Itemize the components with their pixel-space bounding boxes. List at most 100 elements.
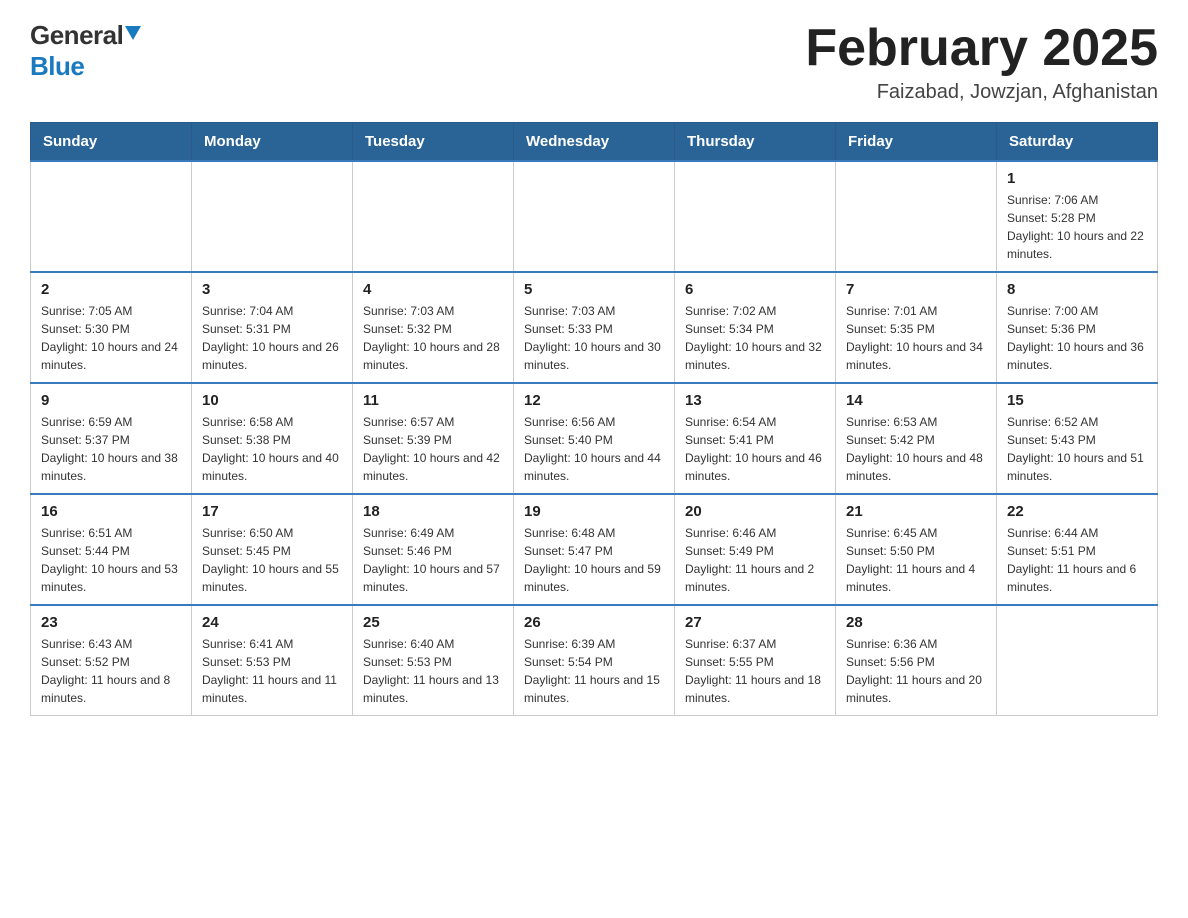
calendar-cell: 25 Sunrise: 6:40 AMSunset: 5:53 PMDayligh… <box>353 605 514 716</box>
day-info: Sunrise: 6:53 AMSunset: 5:42 PMDaylight:… <box>846 413 986 485</box>
calendar-cell: 23Sunrise: 6:43 AMSunset: 5:52 PMDayligh… <box>31 605 192 716</box>
calendar-week-1: 1 Sunrise: 7:06 AMSunset: 5:28 PMDaylight… <box>31 161 1158 272</box>
day-info: Sunrise: 6:46 AMSunset: 5:49 PMDaylight:… <box>685 524 825 596</box>
day-header-monday: Monday <box>192 123 353 162</box>
calendar-subtitle: Faizabad, Jowzjan, Afghanistan <box>805 81 1158 104</box>
calendar-cell <box>997 605 1158 716</box>
day-info: Sunrise: 6:40 AMSunset: 5:53 PMDaylight:… <box>363 635 503 707</box>
day-number: 8 <box>1007 281 1147 298</box>
calendar-cell: 5 Sunrise: 7:03 AMSunset: 5:33 PMDaylight… <box>514 272 675 383</box>
logo: General Blue <box>30 20 141 82</box>
day-number: 22 <box>1007 503 1147 520</box>
day-header-sunday: Sunday <box>31 123 192 162</box>
calendar-table: SundayMondayTuesdayWednesdayThursdayFrid… <box>30 122 1158 716</box>
day-number: 17 <box>202 503 342 520</box>
day-info: Sunrise: 6:49 AMSunset: 5:46 PMDaylight:… <box>363 524 503 596</box>
day-headers-row: SundayMondayTuesdayWednesdayThursdayFrid… <box>31 123 1158 162</box>
day-info: Sunrise: 6:41 AMSunset: 5:53 PMDaylight:… <box>202 635 342 707</box>
day-number: 14 <box>846 392 986 409</box>
calendar-cell: 19 Sunrise: 6:48 AMSunset: 5:47 PMDayligh… <box>514 494 675 605</box>
day-info: Sunrise: 6:58 AMSunset: 5:38 PMDaylight:… <box>202 413 342 485</box>
day-info: Sunrise: 7:03 AMSunset: 5:33 PMDaylight:… <box>524 302 664 374</box>
day-number: 12 <box>524 392 664 409</box>
day-number: 5 <box>524 281 664 298</box>
day-number: 28 <box>846 614 986 631</box>
day-info: Sunrise: 6:50 AMSunset: 5:45 PMDaylight:… <box>202 524 342 596</box>
day-number: 20 <box>685 503 825 520</box>
day-info: Sunrise: 7:04 AMSunset: 5:31 PMDaylight:… <box>202 302 342 374</box>
day-number: 19 <box>524 503 664 520</box>
calendar-cell <box>353 161 514 272</box>
calendar-title: February 2025 <box>805 20 1158 77</box>
calendar-cell: 27Sunrise: 6:37 AMSunset: 5:55 PMDayligh… <box>675 605 836 716</box>
day-number: 3 <box>202 281 342 298</box>
calendar-cell <box>675 161 836 272</box>
day-number: 9 <box>41 392 181 409</box>
calendar-cell: 13 Sunrise: 6:54 AMSunset: 5:41 PMDayligh… <box>675 383 836 494</box>
title-block: February 2025 Faizabad, Jowzjan, Afghani… <box>805 20 1158 104</box>
day-number: 7 <box>846 281 986 298</box>
day-info: Sunrise: 6:44 AMSunset: 5:51 PMDaylight:… <box>1007 524 1147 596</box>
day-info: Sunrise: 6:39 AMSunset: 5:54 PMDaylight:… <box>524 635 664 707</box>
day-number: 11 <box>363 392 503 409</box>
calendar-cell: 17 Sunrise: 6:50 AMSunset: 5:45 PMDayligh… <box>192 494 353 605</box>
day-number: 13 <box>685 392 825 409</box>
day-info: Sunrise: 7:01 AMSunset: 5:35 PMDaylight:… <box>846 302 986 374</box>
day-info: Sunrise: 7:06 AMSunset: 5:28 PMDaylight:… <box>1007 191 1147 263</box>
calendar-cell: 8 Sunrise: 7:00 AMSunset: 5:36 PMDaylight… <box>997 272 1158 383</box>
day-info: Sunrise: 6:52 AMSunset: 5:43 PMDaylight:… <box>1007 413 1147 485</box>
calendar-week-2: 2 Sunrise: 7:05 AMSunset: 5:30 PMDaylight… <box>31 272 1158 383</box>
day-header-tuesday: Tuesday <box>353 123 514 162</box>
day-number: 6 <box>685 281 825 298</box>
day-header-friday: Friday <box>836 123 997 162</box>
logo-blue: Blue <box>30 51 84 82</box>
day-info: Sunrise: 7:03 AMSunset: 5:32 PMDaylight:… <box>363 302 503 374</box>
day-number: 26 <box>524 614 664 631</box>
calendar-cell: 6Sunrise: 7:02 AMSunset: 5:34 PMDaylight… <box>675 272 836 383</box>
calendar-cell: 21Sunrise: 6:45 AMSunset: 5:50 PMDayligh… <box>836 494 997 605</box>
day-info: Sunrise: 6:56 AMSunset: 5:40 PMDaylight:… <box>524 413 664 485</box>
day-number: 2 <box>41 281 181 298</box>
day-info: Sunrise: 6:45 AMSunset: 5:50 PMDaylight:… <box>846 524 986 596</box>
calendar-cell: 3 Sunrise: 7:04 AMSunset: 5:31 PMDaylight… <box>192 272 353 383</box>
day-number: 4 <box>363 281 503 298</box>
day-number: 15 <box>1007 392 1147 409</box>
day-number: 25 <box>363 614 503 631</box>
day-header-thursday: Thursday <box>675 123 836 162</box>
calendar-cell: 14 Sunrise: 6:53 AMSunset: 5:42 PMDayligh… <box>836 383 997 494</box>
day-number: 23 <box>41 614 181 631</box>
calendar-cell: 11 Sunrise: 6:57 AMSunset: 5:39 PMDayligh… <box>353 383 514 494</box>
day-info: Sunrise: 6:37 AMSunset: 5:55 PMDaylight:… <box>685 635 825 707</box>
day-info: Sunrise: 6:59 AMSunset: 5:37 PMDaylight:… <box>41 413 181 485</box>
calendar-cell: 12 Sunrise: 6:56 AMSunset: 5:40 PMDayligh… <box>514 383 675 494</box>
calendar-cell <box>31 161 192 272</box>
calendar-header: SundayMondayTuesdayWednesdayThursdayFrid… <box>31 123 1158 162</box>
page-header: General Blue February 2025 Faizabad, Jow… <box>30 20 1158 104</box>
calendar-cell: 22 Sunrise: 6:44 AMSunset: 5:51 PMDayligh… <box>997 494 1158 605</box>
day-number: 18 <box>363 503 503 520</box>
logo-general: General <box>30 20 123 51</box>
day-number: 1 <box>1007 170 1147 187</box>
calendar-cell: 9 Sunrise: 6:59 AMSunset: 5:37 PMDaylight… <box>31 383 192 494</box>
calendar-cell: 26 Sunrise: 6:39 AMSunset: 5:54 PMDayligh… <box>514 605 675 716</box>
calendar-cell: 16 Sunrise: 6:51 AMSunset: 5:44 PMDayligh… <box>31 494 192 605</box>
day-number: 16 <box>41 503 181 520</box>
day-info: Sunrise: 6:54 AMSunset: 5:41 PMDaylight:… <box>685 413 825 485</box>
calendar-body: 1 Sunrise: 7:06 AMSunset: 5:28 PMDaylight… <box>31 161 1158 716</box>
calendar-cell: 7 Sunrise: 7:01 AMSunset: 5:35 PMDaylight… <box>836 272 997 383</box>
day-info: Sunrise: 6:51 AMSunset: 5:44 PMDaylight:… <box>41 524 181 596</box>
day-info: Sunrise: 7:00 AMSunset: 5:36 PMDaylight:… <box>1007 302 1147 374</box>
calendar-week-3: 9 Sunrise: 6:59 AMSunset: 5:37 PMDaylight… <box>31 383 1158 494</box>
day-number: 10 <box>202 392 342 409</box>
day-number: 24 <box>202 614 342 631</box>
calendar-cell <box>192 161 353 272</box>
calendar-cell <box>836 161 997 272</box>
calendar-cell: 4 Sunrise: 7:03 AMSunset: 5:32 PMDaylight… <box>353 272 514 383</box>
calendar-cell: 28Sunrise: 6:36 AMSunset: 5:56 PMDayligh… <box>836 605 997 716</box>
day-info: Sunrise: 7:05 AMSunset: 5:30 PMDaylight:… <box>41 302 181 374</box>
day-info: Sunrise: 6:48 AMSunset: 5:47 PMDaylight:… <box>524 524 664 596</box>
day-info: Sunrise: 6:57 AMSunset: 5:39 PMDaylight:… <box>363 413 503 485</box>
logo-triangle-icon <box>125 26 141 40</box>
day-header-wednesday: Wednesday <box>514 123 675 162</box>
calendar-week-5: 23Sunrise: 6:43 AMSunset: 5:52 PMDayligh… <box>31 605 1158 716</box>
